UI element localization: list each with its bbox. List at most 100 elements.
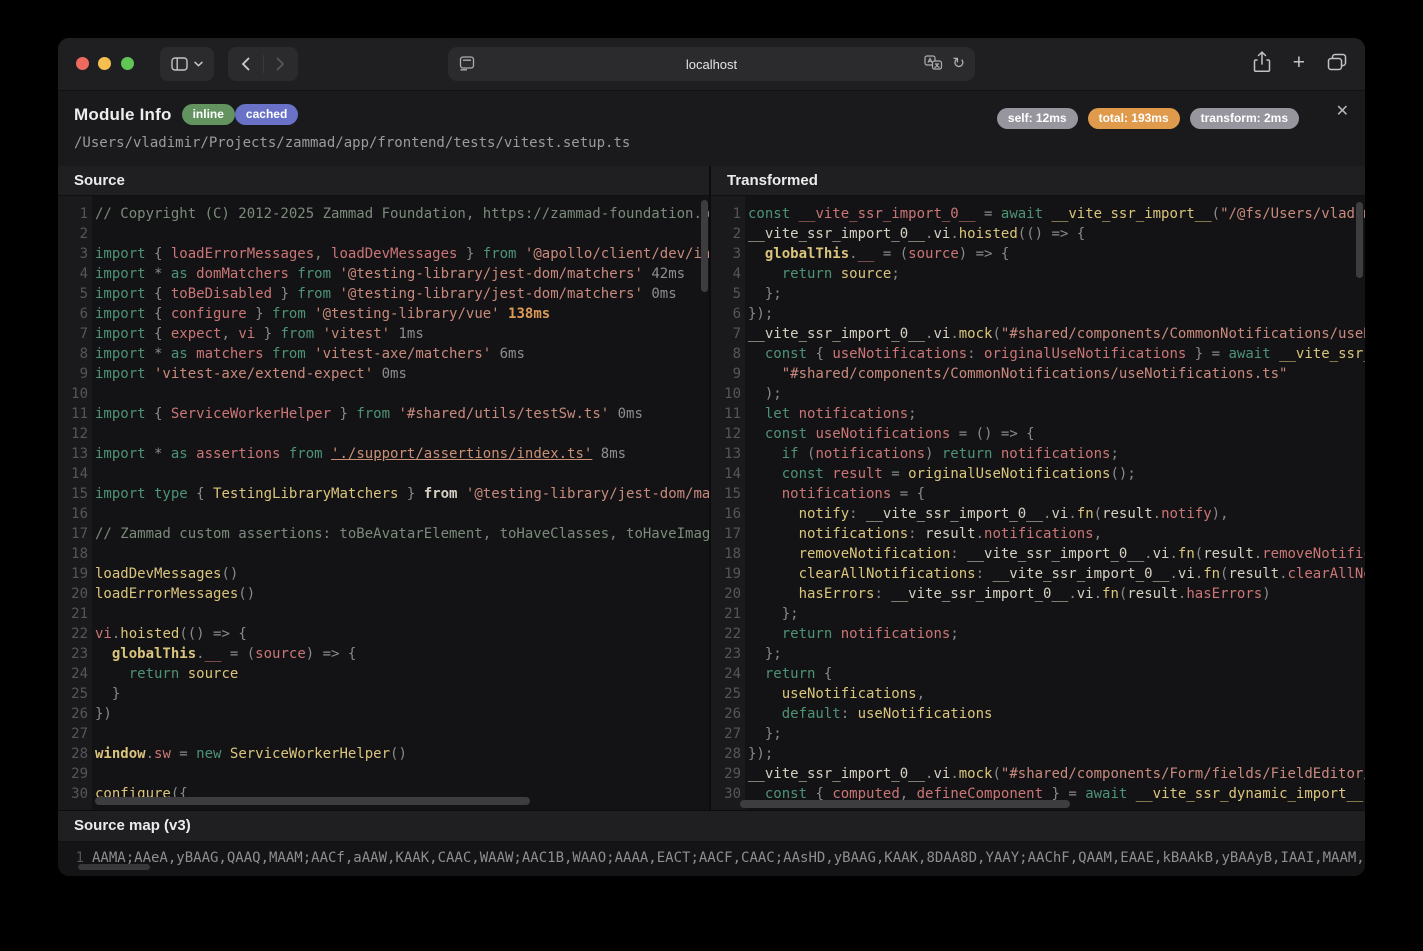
line-number: 10 bbox=[71, 386, 88, 402]
source-horizontal-scrollbar[interactable] bbox=[95, 797, 530, 805]
sourcemap-line: 1 AAMA;AAeA,yBAAG,QAAQ,MAAM;AACf,aAAW,KA… bbox=[58, 846, 1365, 870]
code-line: 3 globalThis.__ = (source) => { bbox=[711, 244, 1365, 264]
line-number: 3 bbox=[79, 246, 88, 262]
code-line: 21 bbox=[58, 604, 709, 624]
code-line: 13 import * as assertions from './support… bbox=[58, 444, 709, 464]
traffic-light-minimize[interactable] bbox=[98, 57, 111, 70]
line-number: 7 bbox=[732, 326, 741, 342]
line-number: 1 bbox=[732, 206, 741, 222]
tab-overview-icon[interactable] bbox=[1327, 53, 1347, 71]
line-number: 29 bbox=[724, 766, 741, 782]
source-vertical-scrollbar[interactable] bbox=[701, 200, 708, 292]
reload-icon[interactable]: ↻ bbox=[952, 55, 965, 71]
line-number: 21 bbox=[71, 606, 88, 622]
chevron-left-icon bbox=[241, 57, 250, 71]
line-number: 13 bbox=[724, 446, 741, 462]
code-line: 18 bbox=[58, 544, 709, 564]
code-line: 15 import type { TestingLibraryMatchers }… bbox=[58, 484, 709, 504]
code-line: 9 "#shared/components/CommonNotification… bbox=[711, 364, 1365, 384]
line-number: 6 bbox=[79, 306, 88, 322]
sourcemap-title: Source map (v3) bbox=[58, 811, 1365, 842]
line-number: 23 bbox=[724, 646, 741, 662]
code-line: 6}); bbox=[711, 304, 1365, 324]
line-number: 16 bbox=[724, 506, 741, 522]
code-line: 11 let notifications; bbox=[711, 404, 1365, 424]
line-number: 25 bbox=[71, 686, 88, 702]
code-line: 20 loadErrorMessages() bbox=[58, 584, 709, 604]
line-number: 9 bbox=[79, 366, 88, 382]
back-button[interactable] bbox=[228, 47, 263, 81]
line-number: 13 bbox=[71, 446, 88, 462]
code-line: 23 }; bbox=[711, 644, 1365, 664]
sourcemap-horizontal-scrollbar[interactable] bbox=[78, 864, 150, 870]
line-number: 4 bbox=[732, 266, 741, 282]
line-number: 14 bbox=[71, 466, 88, 482]
code-line: 27 bbox=[58, 724, 709, 744]
code-line: 22 return notifications; bbox=[711, 624, 1365, 644]
code-line: 4 import * as domMatchers from '@testing-… bbox=[58, 264, 709, 284]
line-number: 15 bbox=[71, 486, 88, 502]
code-line: 1 const __vite_ssr_import_0__ = await __v… bbox=[711, 204, 1365, 224]
code-line: 5 import { toBeDisabled } from '@testing-… bbox=[58, 284, 709, 304]
code-line: 25 useNotifications, bbox=[711, 684, 1365, 704]
code-line: 5 }; bbox=[711, 284, 1365, 304]
code-line: 10 bbox=[58, 384, 709, 404]
line-number: 22 bbox=[71, 626, 88, 642]
code-line: 12 const useNotifications = () => { bbox=[711, 424, 1365, 444]
line-number: 15 bbox=[724, 486, 741, 502]
transformed-horizontal-scrollbar[interactable] bbox=[740, 800, 1070, 808]
transformed-vertical-scrollbar[interactable] bbox=[1356, 202, 1363, 278]
code-line: 3 import { loadErrorMessages, loadDevMess… bbox=[58, 244, 709, 264]
chevron-down-icon bbox=[194, 61, 203, 67]
code-line: 8 import * as matchers from 'vitest-axe/m… bbox=[58, 344, 709, 364]
line-number: 17 bbox=[724, 526, 741, 542]
code-line: 17// Zammad custom assertions: toBeAvata… bbox=[58, 524, 709, 544]
line-number: 3 bbox=[732, 246, 741, 262]
line-number: 11 bbox=[71, 406, 88, 422]
page-title: Module Info bbox=[74, 104, 172, 124]
address-bar[interactable]: localhost ↻ bbox=[448, 47, 975, 81]
code-line: 19 clearAllNotifications: __vite_ssr_imp… bbox=[711, 564, 1365, 584]
line-number: 11 bbox=[724, 406, 741, 422]
line-number: 25 bbox=[724, 686, 741, 702]
close-icon[interactable]: ✕ bbox=[1336, 103, 1349, 119]
code-line: 16 notify: __vite_ssr_import_0__.vi.fn(r… bbox=[711, 504, 1365, 524]
transformed-panel: Transformed 1 const __vite_ssr_import_0__… bbox=[711, 166, 1365, 810]
browser-window: localhost ↻ + Module Info inline cached … bbox=[58, 38, 1365, 876]
badge-inline: inline bbox=[181, 104, 235, 126]
line-number: 28 bbox=[724, 746, 741, 762]
sidebar-toggle-button[interactable] bbox=[160, 47, 214, 81]
line-number: 18 bbox=[724, 546, 741, 562]
browser-toolbar: localhost ↻ + bbox=[58, 38, 1365, 91]
new-tab-icon[interactable]: + bbox=[1293, 52, 1305, 73]
line-number: 18 bbox=[71, 546, 88, 562]
line-number: 19 bbox=[724, 566, 741, 582]
code-line: 2 bbox=[58, 224, 709, 244]
line-number: 2 bbox=[732, 226, 741, 242]
transformed-panel-title: Transformed bbox=[711, 166, 1365, 196]
badge-cached: cached bbox=[234, 104, 299, 126]
code-line: 8 const { useNotifications: originalUseN… bbox=[711, 344, 1365, 364]
code-line: 18 removeNotification: __vite_ssr_import… bbox=[711, 544, 1365, 564]
traffic-light-zoom[interactable] bbox=[121, 57, 134, 70]
code-line: 27 }; bbox=[711, 724, 1365, 744]
metric-total: total: 193ms bbox=[1087, 108, 1180, 130]
source-panel: Source 1// Copyright (C) 2012-2025 Zamma… bbox=[58, 166, 709, 810]
share-icon[interactable] bbox=[1253, 51, 1271, 73]
code-line: 1// Copyright (C) 2012-2025 Zammad Found… bbox=[58, 204, 709, 224]
code-line: 11 import { ServiceWorkerHelper } from '#… bbox=[58, 404, 709, 424]
line-number: 16 bbox=[71, 506, 88, 522]
forward-button[interactable] bbox=[263, 47, 298, 81]
line-number: 27 bbox=[724, 726, 741, 742]
translate-icon[interactable] bbox=[924, 55, 943, 71]
file-link[interactable]: './support/assertions/index.ts' bbox=[331, 446, 592, 462]
code-line: 29 __vite_ssr_import_0__.vi.mock("#shared… bbox=[711, 764, 1365, 784]
code-line: 6 import { configure } from '@testing-lib… bbox=[58, 304, 709, 324]
line-number: 2 bbox=[79, 226, 88, 242]
code-line: 15 notifications = { bbox=[711, 484, 1365, 504]
line-number: 23 bbox=[71, 646, 88, 662]
traffic-light-close[interactable] bbox=[76, 57, 89, 70]
code-line: 28 window.sw = new ServiceWorkerHelper() bbox=[58, 744, 709, 764]
line-number: 14 bbox=[724, 466, 741, 482]
module-badges: inline cached bbox=[181, 104, 299, 126]
